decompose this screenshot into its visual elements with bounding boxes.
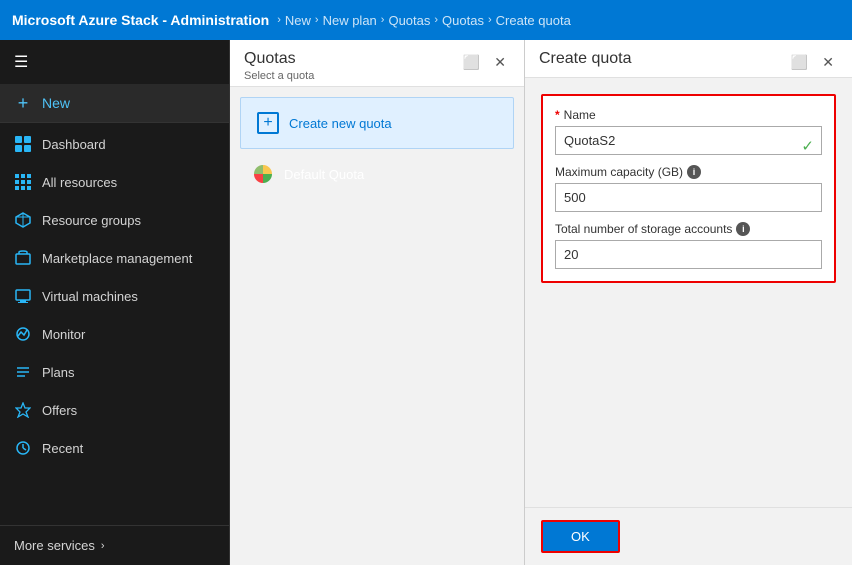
monitor-icon [14,325,32,343]
ok-button[interactable]: OK [541,520,620,553]
sidebar: ☰ + New Dashboard All resources Resource… [0,40,230,565]
quotas-panel-content: + Create new quota Default Quota [230,87,524,565]
dashboard-icon [14,135,32,153]
sidebar-item-marketplace[interactable]: Marketplace management [0,239,229,277]
max-capacity-info-icon[interactable]: i [687,165,701,179]
offers-icon [14,401,32,419]
create-quota-close-button[interactable]: ✕ [818,52,838,73]
form-section: * Name ✓ Maximum capacity (GB) i [541,94,836,283]
plus-icon: + [14,94,32,112]
breadcrumb-createquota[interactable]: Create quota [496,13,571,28]
breadcrumb: › New › New plan › Quotas › Quotas › Cre… [277,13,571,28]
name-input-wrapper: ✓ [555,126,822,165]
sidebar-item-dashboard[interactable]: Dashboard [0,125,229,163]
create-new-quota-button[interactable]: + Create new quota [240,97,514,149]
create-quota-plus-icon: + [257,112,279,134]
sidebar-item-recent[interactable]: Recent [0,429,229,467]
app-title: Microsoft Azure Stack - Administration [12,12,269,28]
total-accounts-label: Total number of storage accounts i [555,222,822,236]
total-accounts-info-icon[interactable]: i [736,222,750,236]
hamburger-button[interactable]: ☰ [0,40,229,84]
default-quota-item[interactable]: Default Quota [240,153,514,195]
create-quota-minimize-button[interactable]: ⬜ [787,52,812,73]
cube-icon [14,211,32,229]
sidebar-item-offers[interactable]: Offers [0,391,229,429]
quotas-close-button[interactable]: ✕ [490,52,510,73]
quota-pie-icon [252,163,274,185]
quotas-panel-title: Quotas [244,50,314,68]
breadcrumb-new[interactable]: New [285,13,311,28]
create-quota-panel-header: Create quota ⬜ ✕ [525,40,852,78]
max-capacity-input[interactable] [555,183,822,212]
breadcrumb-newplan[interactable]: New plan [323,13,377,28]
total-accounts-input[interactable] [555,240,822,269]
sidebar-item-virtual-machines[interactable]: Virtual machines [0,277,229,315]
breadcrumb-quotas1[interactable]: Quotas [388,13,430,28]
create-quota-form: * Name ✓ Maximum capacity (GB) i [525,78,852,507]
quotas-panel: Quotas Select a quota ⬜ ✕ + Create new q… [230,40,525,565]
quotas-panel-header: Quotas Select a quota ⬜ ✕ [230,40,524,87]
create-quota-panel-title: Create quota [539,50,632,68]
sidebar-item-monitor[interactable]: Monitor [0,315,229,353]
sidebar-item-new[interactable]: + New [0,84,229,123]
clock-icon [14,439,32,457]
grid-icon [14,173,32,191]
max-capacity-label: Maximum capacity (GB) i [555,165,822,179]
sidebar-item-resource-groups[interactable]: Resource groups [0,201,229,239]
top-bar: Microsoft Azure Stack - Administration ›… [0,0,852,40]
create-quota-footer: OK [525,507,852,565]
sidebar-item-plans[interactable]: Plans [0,353,229,391]
marketplace-icon [14,249,32,267]
quotas-minimize-button[interactable]: ⬜ [459,52,484,73]
name-input[interactable] [555,126,822,155]
create-quota-panel: Create quota ⬜ ✕ * Name ✓ [525,40,852,565]
chevron-right-icon: › [101,540,105,552]
sidebar-item-all-resources[interactable]: All resources [0,163,229,201]
more-services-link[interactable]: More services › [0,526,229,565]
name-check-icon: ✓ [801,137,814,155]
name-label: * Name [555,108,822,122]
quotas-panel-subtitle: Select a quota [244,70,314,82]
vm-icon [14,287,32,305]
breadcrumb-quotas2[interactable]: Quotas [442,13,484,28]
plans-icon [14,363,32,381]
